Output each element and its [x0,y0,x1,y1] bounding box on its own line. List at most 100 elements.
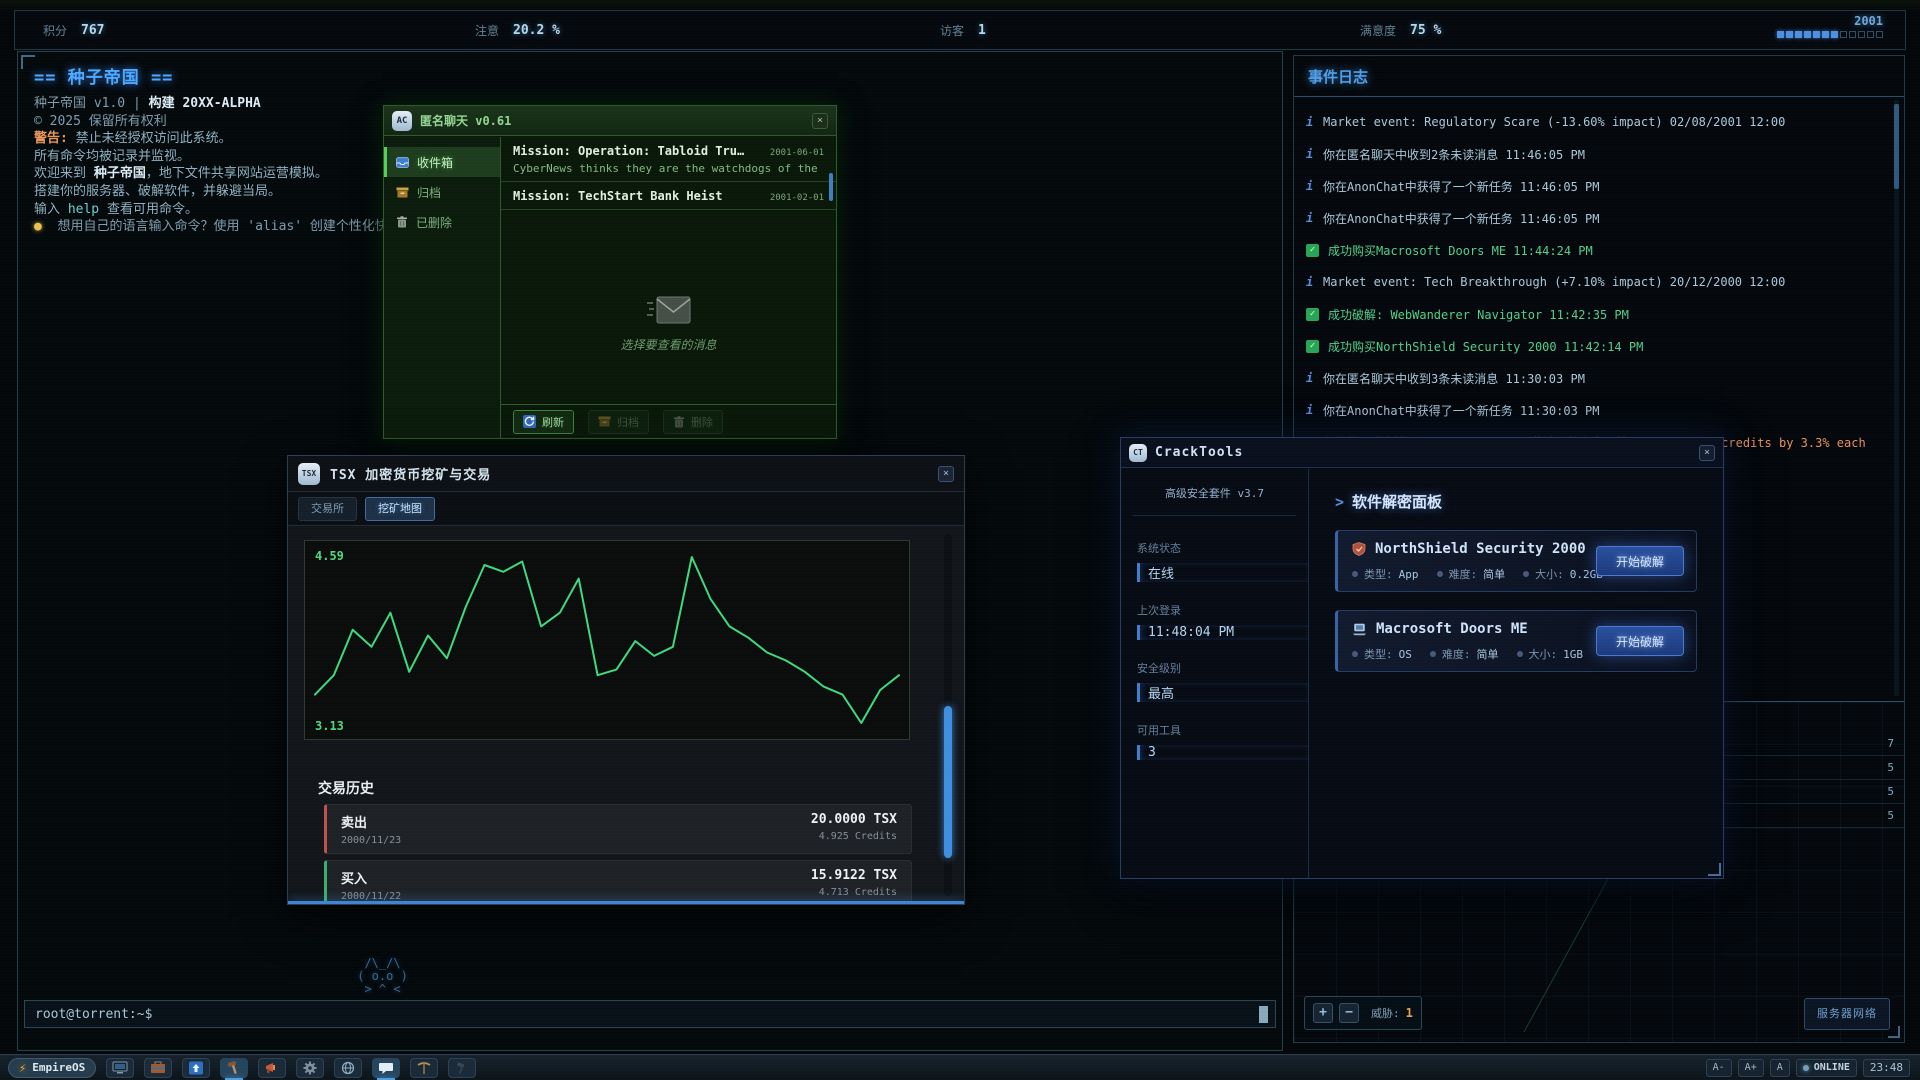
event-log-scrollbar-thumb[interactable] [1894,104,1899,189]
taskbar-upload-icon[interactable] [182,1058,210,1078]
chat-sidebar: 收件箱归档已删除 [384,137,501,438]
laptop-icon [1352,623,1367,636]
刷新-button[interactable]: 刷新 [513,410,574,434]
envelope-icon [646,294,692,326]
taskbar-chat-icon[interactable] [372,1058,400,1078]
chart-high-label: 4.59 [315,549,344,563]
meta-item: 大小:1GB [1517,646,1584,662]
tab-交易所[interactable]: 交易所 [298,497,357,521]
font-decrease-button[interactable]: A- [1706,1059,1732,1077]
crack-target-list: NorthShield Security 2000类型:App难度:简单大小:0… [1335,530,1697,672]
inbox-icon [396,157,409,168]
trade-amount: 15.9122 TSX [811,868,897,883]
chat-titlebar[interactable]: AC 匿名聊天 v0.61 × [384,106,836,136]
sidebar-item-已删除[interactable]: 已删除 [384,207,500,237]
chat-scrollbar-thumb[interactable] [829,173,833,201]
taskbar-pickaxe-icon[interactable] [410,1058,438,1078]
tab-挖矿地图[interactable]: 挖矿地图 [365,497,435,521]
taskbar-briefcase-icon[interactable] [144,1058,172,1078]
tsx-window-title: TSX 加密货币挖矿与交易 [330,464,491,483]
close-icon[interactable]: × [812,113,828,129]
trade-right: 15.9122 TSX 4.713 Credits [811,868,897,902]
start-crack-button[interactable]: 开始破解 [1596,546,1684,576]
meta-value: 简单 [1483,566,1505,582]
sidebar-item-归档[interactable]: 归档 [384,177,500,207]
font-increase-button[interactable]: A+ [1738,1059,1764,1077]
归档-button[interactable]: 归档 [588,410,649,434]
terminal-segment: 构建 20XX-ALPHA [149,96,261,111]
event-log-entry: ✓成功破解: WebWanderer Navigator 11:42:35 PM [1306,298,1888,330]
terminal-line: == 种子帝国 == [34,66,1262,92]
window-bottom-scrollbar[interactable] [288,901,964,904]
trade-left: 卖出2000/11/23 [341,812,401,846]
message-subject: Mission: TechStart Bank Heist [513,189,723,203]
archive-icon [396,187,409,198]
resize-corner[interactable] [1708,863,1721,876]
year-progress-square [1795,31,1802,38]
tsx-titlebar[interactable]: TSX TSX 加密货币挖矿与交易 × [288,456,964,492]
chevron-icon: > [1335,493,1344,511]
field-label: 可用工具 [1137,722,1308,738]
event-text: 你在匿名聊天中收到2条未读消息 11:46:05 PM [1323,146,1585,163]
server-network-button[interactable]: 服务器网络 [1804,998,1890,1030]
taskbar-globe-icon[interactable] [334,1058,362,1078]
taskbar-status: A- A+ A ONLINE 23:48 [1706,1059,1910,1077]
meta-value: OS [1399,648,1412,661]
sidebar-item-label: 归档 [417,184,441,201]
taskbar-store-icon[interactable] [106,1058,134,1078]
close-icon[interactable]: × [938,466,954,482]
trade-row-sell: 卖出2000/11/23 20.0000 TSX4.925 Credits [324,804,912,854]
stat-label: 积分 [43,22,67,39]
message-row[interactable]: Mission: Operation: Tabloid Tru…2001-06-… [501,137,836,182]
threat-value: 1 [1406,1006,1413,1020]
event-text: 成功购买Macrosoft Doors ME 11:44:24 PM [1328,242,1593,259]
font-reset-button[interactable]: A [1770,1059,1790,1077]
trade-right: 20.0000 TSX4.925 Credits [811,812,897,846]
lightning-icon: ⚡ [19,1061,26,1075]
top-stat-bar: 积分767注意20.2 %访客1满意度75 % 2001 [14,10,1906,50]
zoom-in-button[interactable]: + [1313,1003,1333,1023]
zoom-out-button[interactable]: − [1339,1003,1359,1023]
trade-credits: 4.713 Credits [811,887,897,898]
terminal-input[interactable]: root@torrent:~$ [24,1000,1276,1028]
cracktools-titlebar[interactable]: CT CrackTools × [1121,438,1723,468]
terminal-segment: help [68,202,99,217]
event-log-scrollbar-track[interactable] [1894,100,1899,696]
terminal-segment: ● [34,219,50,234]
删除-button[interactable]: 删除 [663,410,723,434]
chat-empty-text: 选择要查看的消息 [620,336,716,353]
message-row[interactable]: Mission: TechStart Bank Heist2001-02-01 [501,182,836,210]
start-button[interactable]: ⚡ EmpireOS [8,1058,96,1078]
event-text: Market event: Regulatory Scare (-13.60% … [1323,115,1785,129]
stat-value: 767 [81,23,104,38]
tsx-scrollbar-thumb[interactable] [944,706,952,858]
archive-icon [598,416,611,427]
resize-corner [1888,1026,1900,1038]
stat-value: 75 % [1410,23,1441,38]
field-value: 最高 [1137,683,1308,702]
meta-item: 难度:简单 [1430,646,1499,662]
meta-value: App [1399,568,1419,581]
taskbar-hammer-icon[interactable] [220,1058,248,1078]
taskbar-gear-icon[interactable] [296,1058,324,1078]
taskbar-megaphone-icon[interactable] [258,1058,286,1078]
year-progress-square [1858,31,1865,38]
trade-history-list: 卖出2000/11/2320.0000 TSX4.925 Credits买入20… [324,804,912,905]
cracktools-window: CT CrackTools × 高级安全套件 v3.7 系统状态在线上次登录11… [1120,437,1724,879]
terminal-segment: © 2025 保留所有权利 [34,114,167,129]
event-text: 你在AnonChat中获得了一个新任务 11:46:05 PM [1323,178,1600,195]
event-log-title: 事件日志 [1308,66,1368,87]
close-icon[interactable]: × [1699,445,1715,461]
taskbar-gavel-icon[interactable] [448,1058,476,1078]
meta-item: 大小:0.2GB [1523,566,1603,582]
event-log-list: iMarket event: Regulatory Scare (-13.60%… [1306,106,1888,458]
price-chart: 4.59 3.13 [304,540,910,740]
event-log-entry: iMarket event: Regulatory Scare (-13.60%… [1306,106,1888,138]
start-crack-button[interactable]: 开始破解 [1596,626,1684,656]
field-value: 11:48:04 PM [1137,625,1308,640]
meta-label: 难度: [1449,566,1478,582]
field-value: 3 [1137,745,1308,760]
sidebar-item-收件箱[interactable]: 收件箱 [384,147,500,177]
year-value: 2001 [1777,14,1883,28]
chart-low-label: 3.13 [315,719,344,733]
